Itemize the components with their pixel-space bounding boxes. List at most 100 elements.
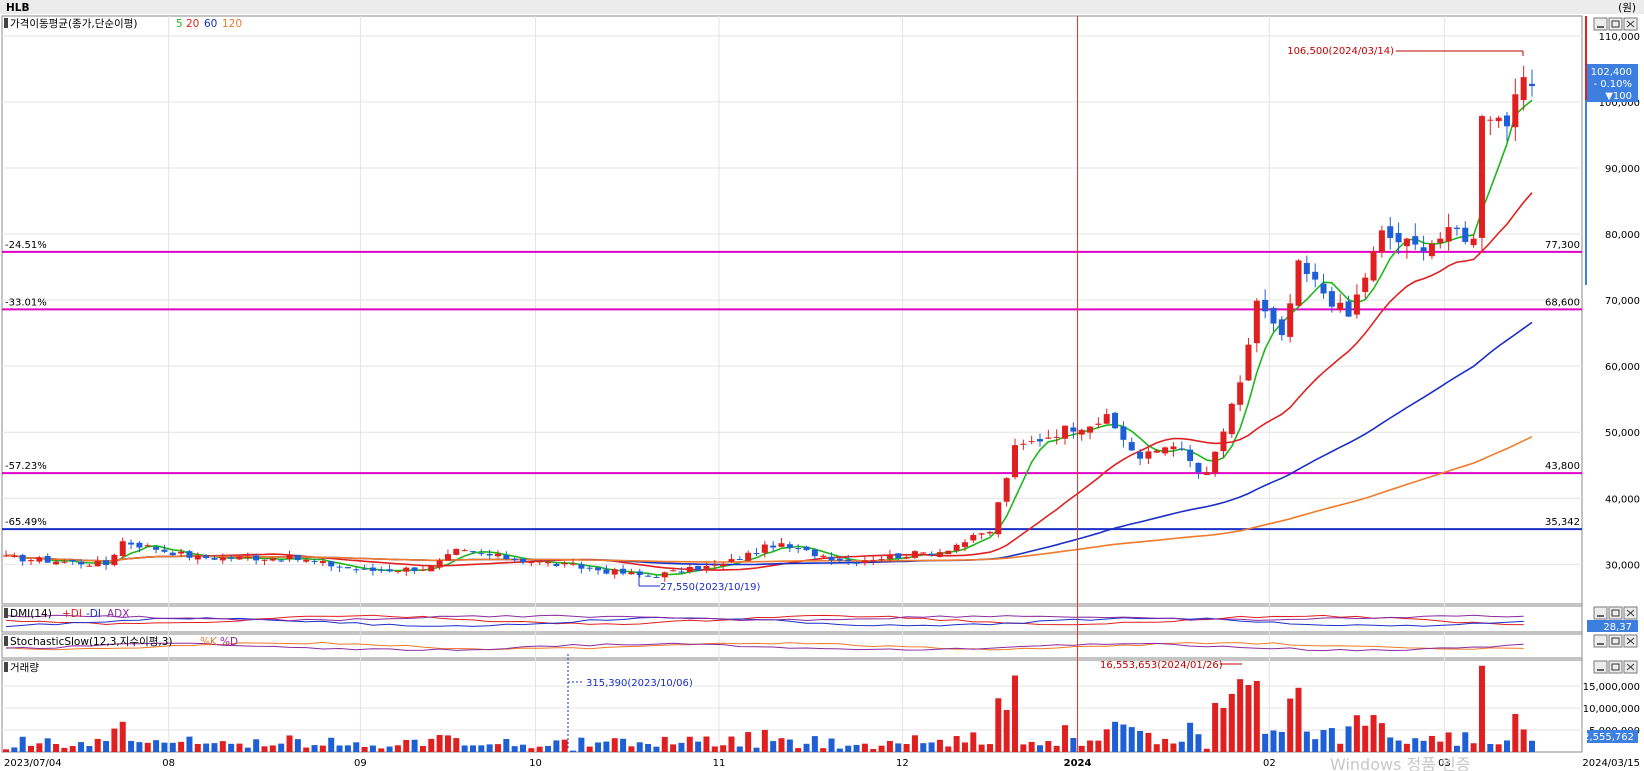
candle-body (428, 566, 435, 572)
month-label: 09 (354, 758, 367, 769)
candle-body (670, 570, 677, 572)
candle-body (686, 567, 693, 572)
candle-body (595, 567, 602, 571)
candle-body (886, 555, 893, 559)
volume-high-annotation: 16,553,653(2024/01/26) (1100, 660, 1242, 671)
candle-body (1395, 232, 1402, 243)
volume-bar (1270, 730, 1277, 752)
candle-body (453, 548, 460, 555)
dmi-panel-max-button[interactable] (1608, 606, 1623, 620)
candle-body (1278, 319, 1285, 336)
candle-body (261, 559, 268, 561)
candle-body (1178, 448, 1185, 450)
volume-panel-max-button[interactable] (1608, 660, 1623, 674)
volume-panel-min-button[interactable] (1593, 660, 1608, 674)
volume-bar (1420, 740, 1427, 752)
candle-body (128, 542, 135, 545)
stochastic-panel-max-button[interactable] (1608, 634, 1623, 648)
volume-bar (236, 743, 243, 752)
volume-bar (503, 739, 510, 752)
candle-body (678, 571, 685, 573)
price-panel-min-button[interactable] (1593, 17, 1608, 31)
gridlines (2, 16, 1582, 752)
candle-body (161, 549, 168, 552)
volume-bar (1495, 744, 1502, 752)
candle-body (853, 562, 860, 564)
candle-body (1428, 243, 1435, 257)
volume-bar (461, 745, 468, 752)
volume-bar (11, 747, 18, 752)
volume-bar (94, 738, 101, 752)
volume-bar (920, 743, 927, 752)
candle-body (1145, 451, 1152, 459)
volume-bar (628, 746, 635, 752)
candlesticks (2, 65, 1536, 582)
low-annotation: 27,550(2023/10/19) (638, 574, 761, 593)
stochastic-panel-min-button[interactable] (1593, 634, 1608, 648)
volume-bar (419, 746, 426, 752)
candle-body (211, 558, 218, 560)
volume-bar (203, 743, 210, 752)
candle-body (344, 567, 351, 569)
candle-body (878, 559, 885, 561)
volume-bar (336, 745, 343, 752)
candle-body (920, 552, 927, 554)
volume-bar (19, 736, 26, 752)
candle-body (1262, 299, 1269, 312)
ma20-line (5, 192, 1533, 571)
candle-body (811, 549, 818, 557)
stock-chart[interactable]: HLB (원) -24.51% 77,300 -33.01% 68,600 -57.23… (0, 0, 1644, 771)
volume-bar (986, 744, 993, 752)
dmi-value-badge: 28,37 (1587, 620, 1638, 633)
candle-body (28, 560, 35, 562)
volume-bar (2, 749, 10, 752)
candle-body (995, 502, 1002, 535)
volume-bar (394, 745, 401, 752)
volume-bar (886, 740, 893, 752)
volume-bar (1478, 665, 1485, 752)
volume-bar (1503, 740, 1510, 752)
dmi-panel-min-button[interactable] (1593, 606, 1608, 620)
volume-bar (169, 742, 176, 752)
candle-body (603, 569, 610, 574)
volume-legend: 거래량 (4, 662, 39, 674)
volume-bar (845, 745, 852, 752)
volume-bar (1203, 748, 1210, 752)
volume-bar (444, 735, 451, 752)
volume-bar (1153, 744, 1160, 752)
volume-bar (645, 744, 652, 752)
candle-body (661, 572, 668, 578)
volume-bar (153, 740, 160, 752)
support-resistance-lines[interactable]: -24.51% 77,300 -33.01% 68,600 -57.23% 43,800 -… (2, 240, 1582, 531)
high-label: 106,500(2024/03/14) (1287, 46, 1394, 57)
candle-body (953, 544, 960, 551)
price-panel-max-button[interactable] (1608, 17, 1623, 31)
candle-body (469, 551, 476, 553)
volume-bar (1253, 680, 1260, 752)
volume-bar (878, 745, 885, 752)
volume-bar (1445, 732, 1452, 752)
candle-body (1037, 439, 1044, 442)
volume-bar (1053, 745, 1060, 752)
volume-bar (970, 732, 977, 752)
candle-body (461, 550, 468, 552)
candle-body (1020, 443, 1027, 445)
panel-buttons[interactable] (1593, 17, 1638, 674)
candle-body (1011, 445, 1018, 478)
candle-body (861, 560, 868, 564)
candle-body (419, 569, 426, 571)
candle-body (103, 560, 110, 566)
candle-body (169, 552, 176, 556)
volume-bar (953, 736, 960, 752)
volume-tick-label: 15,000,000 (1583, 682, 1640, 693)
candle-body (178, 551, 185, 554)
level-left-label: -65.49% (5, 517, 47, 528)
volume-bar (1487, 743, 1494, 752)
volume-bar (1237, 679, 1244, 752)
volume-bar (86, 746, 93, 752)
volume-legend-label: 거래량 (10, 662, 39, 674)
candle-body (803, 546, 810, 551)
volume-bar (1303, 731, 1310, 752)
ma-legend-label: 가격이동평균(종가,단순이평) (10, 17, 137, 30)
candle-body (1362, 277, 1369, 292)
